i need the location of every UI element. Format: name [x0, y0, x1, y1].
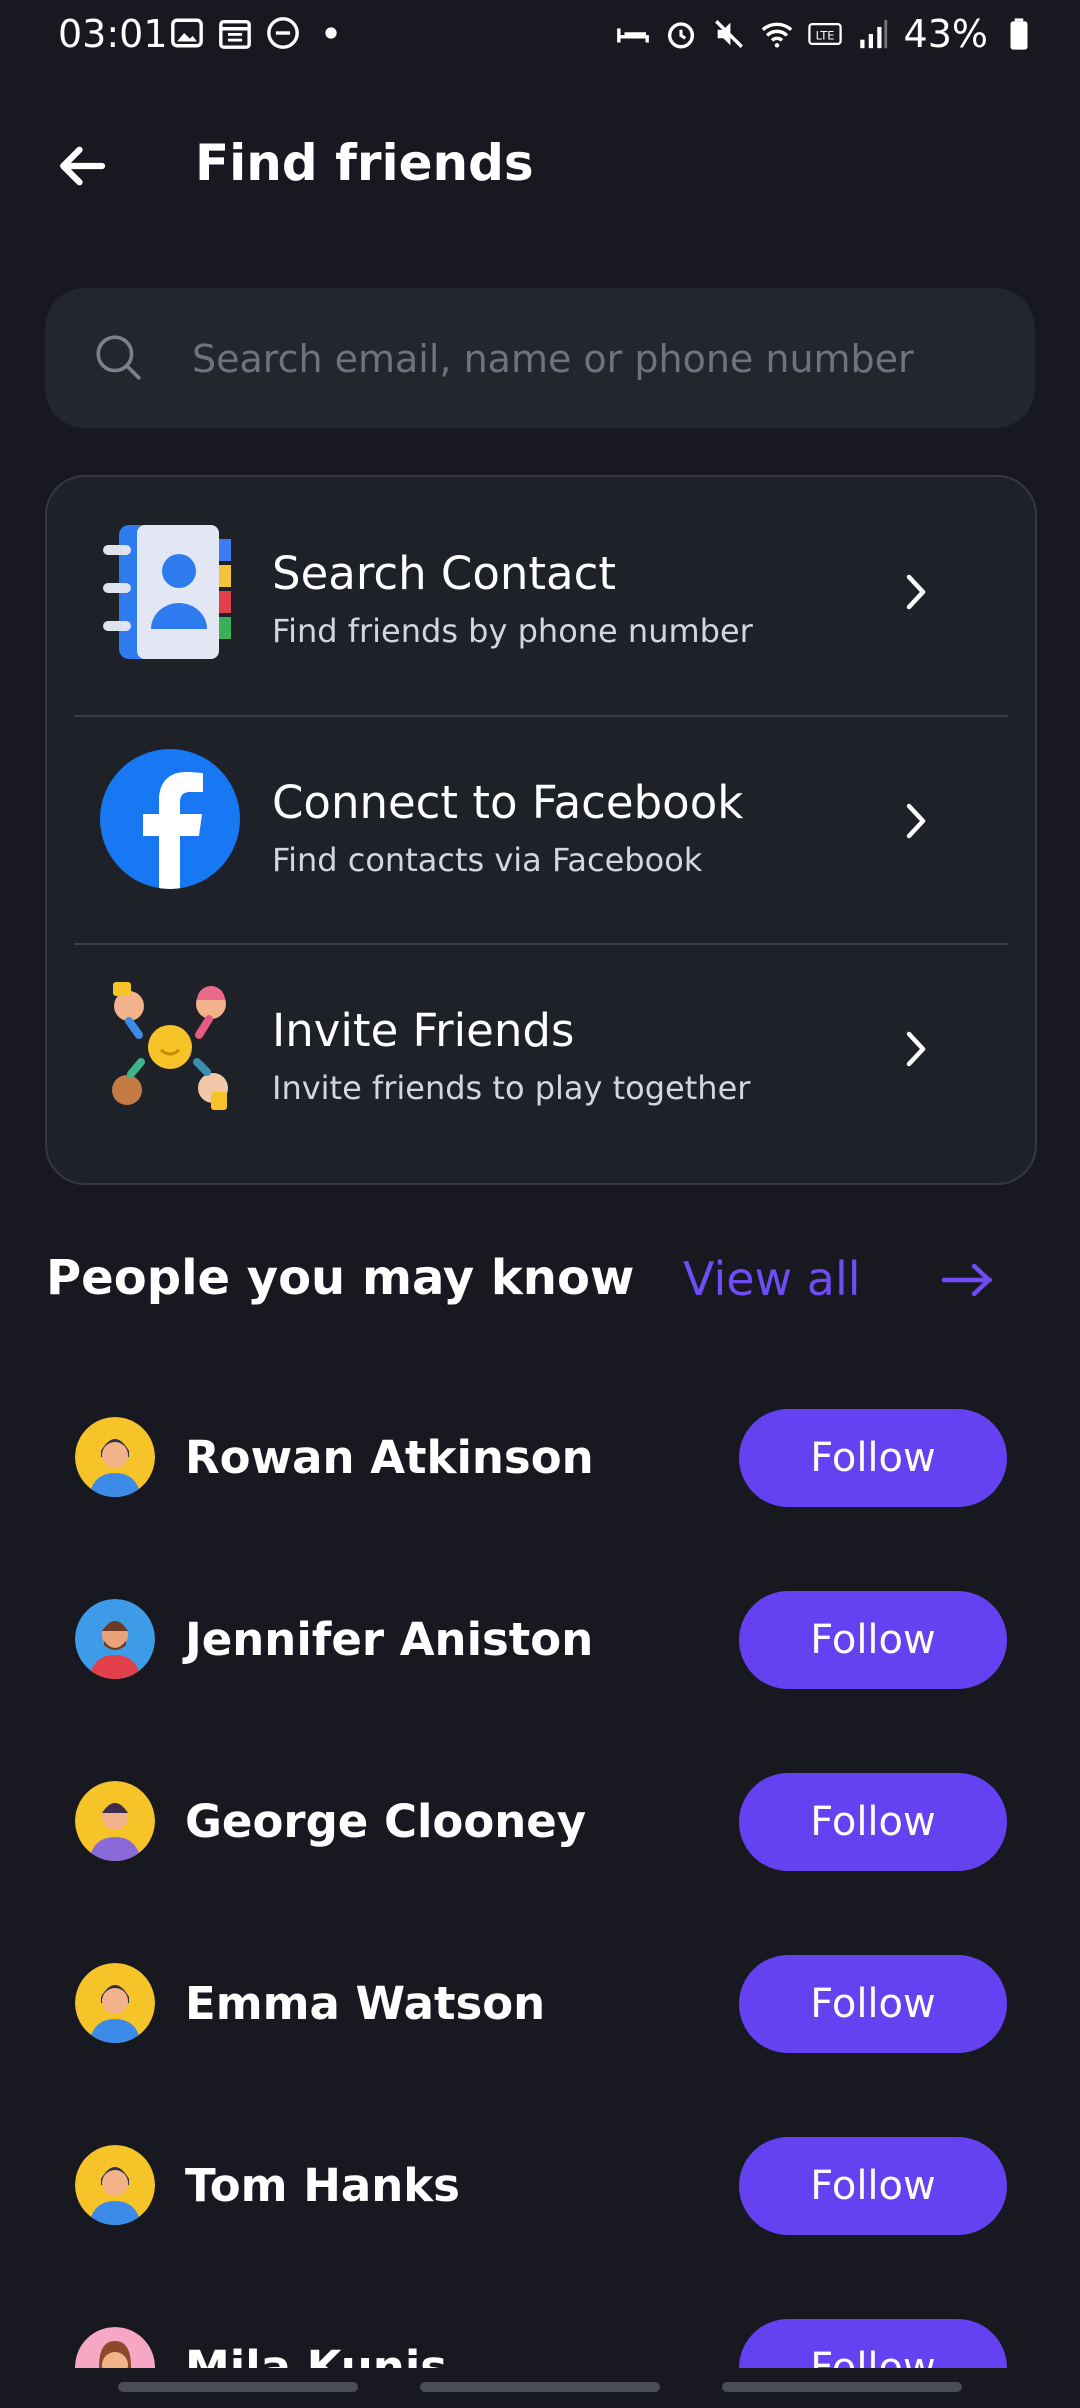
avatar	[75, 1963, 155, 2043]
dnd-icon	[267, 17, 299, 49]
person-name: Rowan Atkinson	[185, 1431, 594, 1484]
find-friends-options: Search Contact Find friends by phone num…	[45, 475, 1037, 1185]
section-title: People you may know	[46, 1250, 635, 1306]
alarm-icon	[667, 22, 694, 49]
page-title: Find friends	[195, 134, 534, 192]
list-item: Rowan Atkinson Follow	[0, 1403, 1080, 1513]
connect-facebook-option[interactable]: Connect to Facebook Find contacts via Fa…	[47, 706, 1035, 934]
person-name: Jennifer Aniston	[185, 1613, 594, 1666]
avatar	[75, 1599, 155, 1679]
list-item: Tom Hanks Follow	[0, 2131, 1080, 2241]
svg-text:LTE: LTE	[815, 29, 834, 43]
follow-button[interactable]: Follow	[739, 1409, 1007, 1507]
option-subtitle: Find contacts via Facebook	[272, 841, 703, 879]
person-name: Emma Watson	[185, 1977, 546, 2030]
nav-handle[interactable]	[420, 2382, 660, 2392]
follow-button[interactable]: Follow	[739, 1955, 1007, 2053]
follow-button[interactable]: Follow	[739, 2319, 1007, 2368]
battery-percent: 43%	[903, 12, 988, 56]
list-item: Mila Kunis Follow	[0, 2313, 1080, 2368]
signal-icon	[859, 19, 887, 49]
nav-handle[interactable]	[722, 2382, 962, 2392]
option-subtitle: Invite friends to play together	[272, 1069, 751, 1107]
facebook-icon	[100, 749, 240, 889]
status-bar: 03:01 LTE 43%	[0, 0, 1080, 70]
search-bar[interactable]	[45, 288, 1035, 428]
avatar	[75, 1781, 155, 1861]
lte-icon: LTE	[807, 22, 842, 46]
chevron-right-icon	[906, 574, 926, 610]
search-contact-option[interactable]: Search Contact Find friends by phone num…	[47, 477, 1035, 705]
wifi-icon	[761, 22, 792, 48]
view-all-link[interactable]: View all	[683, 1252, 861, 1306]
dot-icon	[325, 27, 337, 39]
battery-icon	[1010, 18, 1028, 50]
navigation-bar	[0, 2368, 1080, 2408]
notification-icons	[170, 16, 348, 50]
status-time: 03:01	[58, 12, 168, 56]
follow-button[interactable]: Follow	[739, 1773, 1007, 1871]
option-title: Connect to Facebook	[272, 776, 744, 829]
contacts-book-icon	[103, 525, 231, 659]
avatar	[75, 2327, 155, 2368]
gallery-icon	[171, 18, 203, 48]
list-item: Jennifer Aniston Follow	[0, 1585, 1080, 1695]
search-icon	[96, 335, 141, 380]
nav-handle[interactable]	[118, 2382, 358, 2392]
arrow-right-icon[interactable]	[940, 1260, 996, 1300]
option-title: Search Contact	[272, 547, 616, 600]
calendar-icon	[219, 19, 251, 49]
back-arrow-icon[interactable]	[52, 136, 112, 196]
invite-friends-icon	[112, 982, 228, 1110]
avatar	[75, 2145, 155, 2225]
person-name: Mila Kunis	[185, 2341, 448, 2368]
mute-icon	[714, 20, 743, 48]
bed-icon	[616, 28, 649, 43]
option-subtitle: Find friends by phone number	[272, 612, 753, 650]
person-name: George Clooney	[185, 1795, 587, 1848]
option-title: Invite Friends	[272, 1004, 575, 1057]
follow-button[interactable]: Follow	[739, 2137, 1007, 2235]
follow-button[interactable]: Follow	[739, 1591, 1007, 1689]
person-name: Tom Hanks	[185, 2159, 460, 2212]
list-item: Emma Watson Follow	[0, 1949, 1080, 2059]
chevron-right-icon	[906, 1031, 926, 1067]
search-input[interactable]	[190, 318, 1014, 400]
list-item: George Clooney Follow	[0, 1767, 1080, 1877]
people-list: Rowan Atkinson Follow Jennifer Aniston F…	[0, 1350, 1080, 2368]
system-icons: LTE 43%	[616, 12, 1036, 56]
avatar	[75, 1417, 155, 1497]
chevron-right-icon	[906, 803, 926, 839]
invite-friends-option[interactable]: Invite Friends Invite friends to play to…	[47, 934, 1035, 1162]
